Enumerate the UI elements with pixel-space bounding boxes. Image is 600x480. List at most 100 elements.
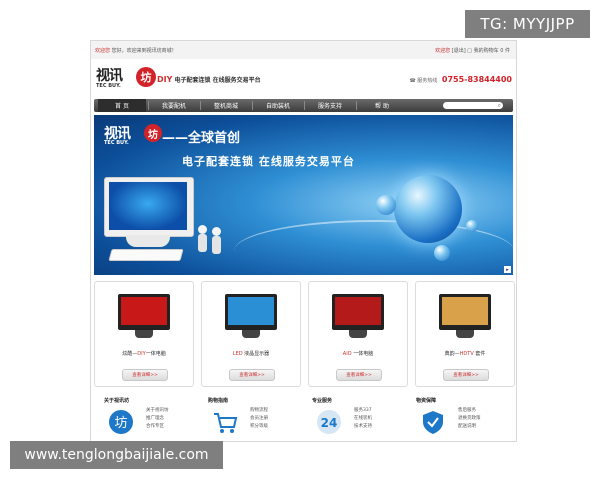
welcome-text: 欢迎您 您好，欢迎来到视讯坊商城！: [95, 47, 177, 54]
product-name-suffix: 液晶显示器: [242, 351, 270, 357]
footer-column-service: 专业服务 24 服务337 在线装机 技术支持: [302, 391, 406, 441]
footer-link[interactable]: 服务337: [354, 407, 372, 415]
shield-icon: [423, 411, 443, 434]
24-hour-icon: 24: [317, 410, 341, 434]
footer-link[interactable]: 购物流程: [250, 407, 268, 415]
website-frame: 欢迎您 您好，欢迎来到视讯坊商城！ 欢迎您 [退出] □ 我的购物车 0 件 视…: [90, 40, 517, 442]
footer-column-title: 物资保障: [416, 398, 437, 404]
main-nav: 首 页 我要配机 整机商城 自助装机 服务支持 帮 助 ⌕: [94, 99, 513, 112]
nav-divider: [252, 101, 253, 110]
nav-item-self-build[interactable]: 自助装机: [254, 99, 302, 112]
footer-link[interactable]: 积分等级: [250, 423, 268, 431]
footer-link[interactable]: 推广理念: [146, 415, 169, 423]
login-link[interactable]: 欢迎您: [435, 48, 450, 54]
hotline-label: 服务热线: [417, 78, 438, 84]
logout-link[interactable]: [退出]: [452, 48, 466, 54]
nav-divider: [200, 101, 201, 110]
view-details-button[interactable]: 查看详细>>: [229, 369, 275, 381]
monitor-screen: [228, 297, 274, 325]
footer-column-title: 购物指南: [208, 398, 229, 404]
footer-column-guide: 购物指南 购物流程 会员注册 积分等级: [198, 391, 302, 441]
nav-item-home[interactable]: 首 页: [98, 99, 146, 112]
monitor-screen: [442, 297, 488, 325]
banner-subheadline: 电子配套连锁 在线服务交易平台: [182, 155, 355, 168]
svg-text:24: 24: [321, 416, 338, 430]
product-card[interactable]: 炫酷—DIY一体电脑 查看详细>>: [94, 281, 194, 387]
nav-item-support[interactable]: 服务支持: [306, 99, 354, 112]
cart-icon[interactable]: □: [467, 48, 472, 54]
site-logo[interactable]: 视讯 坊 TEC BUY.: [96, 65, 156, 93]
hotline-number: 0755-83844400: [441, 75, 512, 84]
nav-item-configure[interactable]: 我要配机: [150, 99, 198, 112]
small-sphere-image: [466, 220, 478, 232]
globe-image: [394, 175, 462, 243]
product-name-highlight: AIO: [342, 351, 352, 357]
monitor-image: [118, 294, 170, 330]
footer-links: 关于视讯坊 推广理念 合作专区: [146, 407, 169, 431]
product-name-prefix: 炫酷—: [122, 351, 138, 357]
footer-info: 关于视讯坊 坊 关于视讯坊 推广理念 合作专区 购物指南 购物流程 会员注册 积…: [94, 391, 513, 441]
product-card[interactable]: LED 液晶显示器 查看详细>>: [201, 281, 301, 387]
welcome-message: 您好，欢迎来到视讯坊商城！: [111, 48, 177, 54]
product-card[interactable]: 典韵—HDTV 套件 查看详细>>: [415, 281, 515, 387]
footer-link[interactable]: 配送说明: [458, 423, 481, 431]
search-icon[interactable]: ⌕: [498, 102, 501, 109]
footer-column-title: 关于视讯坊: [104, 398, 130, 404]
footer-column-title: 专业服务: [312, 398, 333, 404]
product-name: 典韵—HDTV 套件: [416, 350, 514, 357]
figure-head: [198, 225, 207, 234]
site-header: 视讯 坊 TEC BUY. DIY 电子配套连锁 在线服务交易平台 ☎ 服务热线…: [91, 59, 516, 97]
nav-item-help[interactable]: 帮 助: [358, 99, 406, 112]
product-name-highlight: DIY: [137, 351, 146, 357]
hotline: ☎ 服务热线 0755-83844400: [409, 75, 512, 84]
product-name: LED 液晶显示器: [202, 350, 300, 357]
banner-next-icon[interactable]: ▸: [504, 266, 511, 273]
nav-divider: [148, 101, 149, 110]
product-name-prefix: 典韵—: [444, 351, 460, 357]
footer-column-guarantee: 物资保障 售后服务 退换货政策 配送说明: [406, 391, 510, 441]
product-name-suffix: 一体电脑: [351, 351, 374, 357]
monitor-image: [225, 294, 277, 330]
search-input[interactable]: ⌕: [443, 102, 503, 109]
all-in-one-pc-image: [104, 177, 194, 267]
welcome-prefix: 欢迎您: [95, 48, 111, 54]
product-name: 炫酷—DIY一体电脑: [95, 350, 193, 357]
view-details-button[interactable]: 查看详细>>: [443, 369, 489, 381]
product-name-suffix: 一体电脑: [145, 351, 166, 357]
top-bar: 欢迎您 您好，欢迎来到视讯坊商城！ 欢迎您 [退出] □ 我的购物车 0 件: [91, 41, 516, 60]
product-name-suffix: 套件: [473, 351, 486, 357]
monitor-screen: [335, 297, 381, 325]
footer-link[interactable]: 关于视讯坊: [146, 407, 169, 415]
header-slogan: DIY 电子配套连锁 在线服务交易平台: [157, 75, 261, 84]
hero-banner[interactable]: 视讯 坊 TEC BUY. ——全球首创 电子配套连锁 在线服务交易平台 ▸: [94, 115, 513, 275]
logo-seal-icon: 坊: [136, 67, 156, 87]
footer-link[interactable]: 合作专区: [146, 423, 169, 431]
footer-column-about: 关于视讯坊 坊 关于视讯坊 推广理念 合作专区: [94, 391, 198, 441]
footer-link[interactable]: 售后服务: [458, 407, 481, 415]
product-name-highlight: HDTV: [459, 351, 474, 357]
footer-link[interactable]: 退换货政策: [458, 415, 481, 423]
pc-screen: [104, 177, 194, 237]
view-details-button[interactable]: 查看详细>>: [122, 369, 168, 381]
handshake-figures-image: [198, 225, 226, 255]
footer-link[interactable]: 技术支持: [354, 423, 372, 431]
monitor-image: [332, 294, 384, 330]
footer-links: 售后服务 退换货政策 配送说明: [458, 407, 481, 431]
monitor-stand: [242, 330, 260, 338]
nav-item-mall[interactable]: 整机商城: [202, 99, 250, 112]
footer-links: 服务337 在线装机 技术支持: [354, 407, 372, 431]
shopping-cart-icon: [214, 413, 238, 433]
monitor-stand: [135, 330, 153, 338]
footer-link[interactable]: 在线装机: [354, 415, 372, 423]
banner-logo-english: TEC BUY.: [104, 140, 129, 146]
footer-links: 购物流程 会员注册 积分等级: [250, 407, 268, 431]
cart-link[interactable]: 我的购物车: [474, 48, 499, 54]
logo-seal-icon: 坊: [109, 410, 133, 434]
product-card[interactable]: AIO 一体电脑 查看详细>>: [308, 281, 408, 387]
view-details-button[interactable]: 查看详细>>: [336, 369, 382, 381]
nav-divider: [304, 101, 305, 110]
watermark-top: TG: MYYJJPP: [465, 10, 590, 38]
slogan-diy: DIY: [157, 75, 173, 84]
footer-link[interactable]: 会员注册: [250, 415, 268, 423]
small-sphere-image: [434, 245, 450, 261]
